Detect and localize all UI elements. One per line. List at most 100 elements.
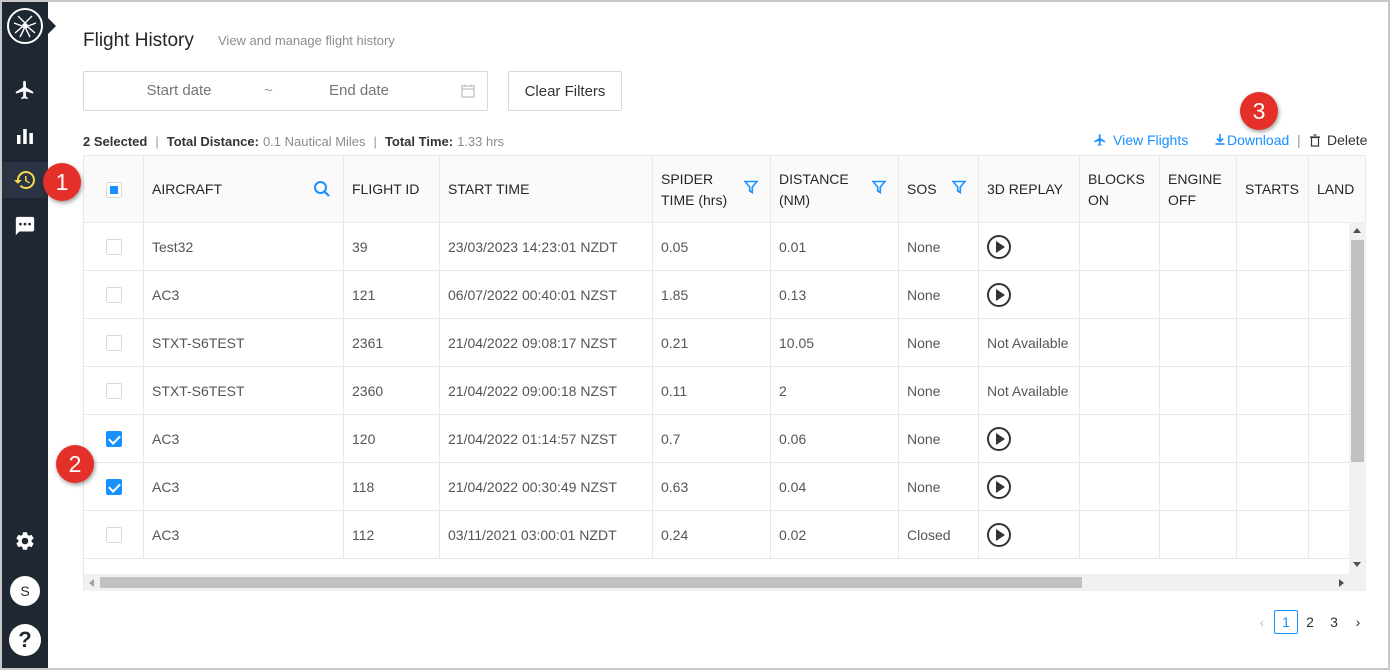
- sos-cell: Closed: [899, 511, 979, 559]
- flight-id-cell: 2360: [344, 367, 440, 415]
- spider-time-cell: 0.7: [653, 415, 771, 463]
- sos-cell: None: [899, 367, 979, 415]
- horizontal-scrollbar[interactable]: [84, 574, 1366, 591]
- aircraft-cell: AC3: [144, 511, 344, 559]
- play-icon[interactable]: [987, 427, 1011, 451]
- search-icon[interactable]: [313, 180, 331, 198]
- scroll-down-icon[interactable]: [1353, 562, 1361, 567]
- prev-page-icon[interactable]: ‹: [1250, 610, 1274, 634]
- end-date-input[interactable]: [294, 82, 424, 99]
- total-distance-value: 0.1 Nautical Miles: [262, 134, 366, 149]
- page-3-button[interactable]: 3: [1322, 610, 1346, 634]
- page-1-button[interactable]: 1: [1274, 610, 1298, 634]
- distance-cell: 10.05: [771, 319, 899, 367]
- table-row[interactable]: AC3 118 21/04/2022 00:30:49 NZST 0.63 0.04 No…: [84, 463, 1365, 511]
- flight-id-cell: 121: [344, 271, 440, 319]
- blocks-on-cell: [1080, 271, 1160, 319]
- blocks-on-cell: [1080, 367, 1160, 415]
- nav-reports[interactable]: [2, 118, 48, 154]
- flight-history-table: AIRCRAFT FLIGHT ID START TIME SPIDER TIM…: [83, 155, 1366, 591]
- start-time-cell: 03/11/2021 03:00:01 NZDT: [440, 511, 653, 559]
- blocks-on-cell: [1080, 319, 1160, 367]
- row-checkbox[interactable]: [105, 335, 122, 351]
- row-select-cell: [84, 271, 144, 319]
- row-checkbox[interactable]: [105, 383, 122, 399]
- spider-logo-icon[interactable]: [7, 8, 43, 44]
- starts-cell: [1237, 319, 1309, 367]
- filter-icon[interactable]: [952, 180, 966, 194]
- nav-history[interactable]: [2, 162, 48, 198]
- nav-flights[interactable]: [2, 72, 48, 108]
- blocks-on-cell: [1080, 223, 1160, 271]
- column-label: DISTANCE (NM): [779, 170, 849, 208]
- column-label: 3D REPLAY: [987, 181, 1063, 197]
- row-checkbox[interactable]: [105, 479, 122, 495]
- distance-cell: 0.01: [771, 223, 899, 271]
- table-row[interactable]: AC3 120 21/04/2022 01:14:57 NZST 0.7 0.06 Non…: [84, 415, 1365, 463]
- next-page-icon[interactable]: ›: [1346, 610, 1370, 634]
- table-row[interactable]: AC3 121 06/07/2022 00:40:01 NZST 1.85 0.13 No…: [84, 271, 1365, 319]
- scroll-right-icon[interactable]: [1339, 579, 1344, 587]
- table-row[interactable]: STXT-S6TEST 2361 21/04/2022 09:08:17 NZST 0…: [84, 319, 1365, 367]
- nav-messages[interactable]: [2, 208, 48, 244]
- aircraft-cell: STXT-S6TEST: [144, 319, 344, 367]
- play-icon[interactable]: [987, 235, 1011, 259]
- distance-cell: 0.13: [771, 271, 899, 319]
- replay-cell: [979, 415, 1080, 463]
- replay-cell: [979, 271, 1080, 319]
- delete-link[interactable]: Delete: [1309, 132, 1367, 148]
- divider: |: [1297, 132, 1301, 148]
- engine-off-cell: [1160, 223, 1237, 271]
- flight-id-cell: 112: [344, 511, 440, 559]
- blocks-on-cell: [1080, 415, 1160, 463]
- sos-cell: None: [899, 463, 979, 511]
- vertical-scroll-thumb[interactable]: [1351, 240, 1364, 462]
- download-link[interactable]: Download: [1214, 132, 1289, 148]
- spider-time-cell: 0.21: [653, 319, 771, 367]
- play-icon[interactable]: [987, 475, 1011, 499]
- replay-cell: [979, 223, 1080, 271]
- column-header-starts: STARTS: [1237, 156, 1309, 223]
- row-checkbox[interactable]: [105, 287, 122, 303]
- starts-cell: [1237, 463, 1309, 511]
- select-all-checkbox[interactable]: [105, 181, 122, 198]
- table-row[interactable]: Test32 39 23/03/2023 14:23:01 NZDT 0.05 0.01…: [84, 223, 1365, 271]
- page-subtitle: View and manage flight history: [218, 33, 395, 48]
- sos-cell: None: [899, 415, 979, 463]
- filter-icon[interactable]: [744, 180, 758, 194]
- aircraft-cell: AC3: [144, 463, 344, 511]
- vertical-scrollbar[interactable]: [1349, 222, 1366, 574]
- help-icon[interactable]: ?: [9, 624, 41, 656]
- logo-pointer-icon: [48, 18, 56, 34]
- date-range-picker[interactable]: ~: [83, 71, 488, 111]
- clear-filters-button[interactable]: Clear Filters: [508, 71, 622, 111]
- column-label: SOS: [907, 181, 937, 197]
- engine-off-cell: [1160, 415, 1237, 463]
- column-label: FLIGHT ID: [352, 181, 420, 197]
- column-header-blocks-on: BLOCKS ON: [1080, 156, 1160, 223]
- row-checkbox[interactable]: [105, 239, 122, 255]
- page-title: Flight History: [83, 30, 194, 51]
- callout-badge: 1: [43, 163, 81, 201]
- play-icon[interactable]: [987, 283, 1011, 307]
- filter-icon[interactable]: [872, 180, 886, 194]
- scroll-left-icon[interactable]: [89, 579, 94, 587]
- selection-summary: 2 Selected | Total Distance: 0.1 Nautica…: [83, 134, 504, 149]
- download-icon: [1215, 134, 1225, 145]
- view-flights-link[interactable]: View Flights: [1093, 132, 1188, 148]
- start-date-input[interactable]: [114, 82, 244, 99]
- calendar-icon: [461, 84, 475, 98]
- row-checkbox[interactable]: [105, 431, 122, 447]
- table-row[interactable]: STXT-S6TEST 2360 21/04/2022 09:00:18 NZST 0…: [84, 367, 1365, 415]
- horizontal-scroll-thumb[interactable]: [100, 577, 1082, 588]
- row-checkbox[interactable]: [105, 527, 122, 543]
- table-row[interactable]: AC3 112 03/11/2021 03:00:01 NZDT 0.24 0.02 Cl…: [84, 511, 1365, 559]
- avatar[interactable]: S: [10, 576, 40, 606]
- column-label: SPIDER TIME (hrs): [661, 170, 728, 208]
- page-2-button[interactable]: 2: [1298, 610, 1322, 634]
- starts-cell: [1237, 367, 1309, 415]
- scroll-up-icon[interactable]: [1353, 228, 1361, 233]
- play-icon[interactable]: [987, 523, 1011, 547]
- nav-settings[interactable]: [2, 523, 48, 559]
- sidebar: S ?: [2, 2, 56, 668]
